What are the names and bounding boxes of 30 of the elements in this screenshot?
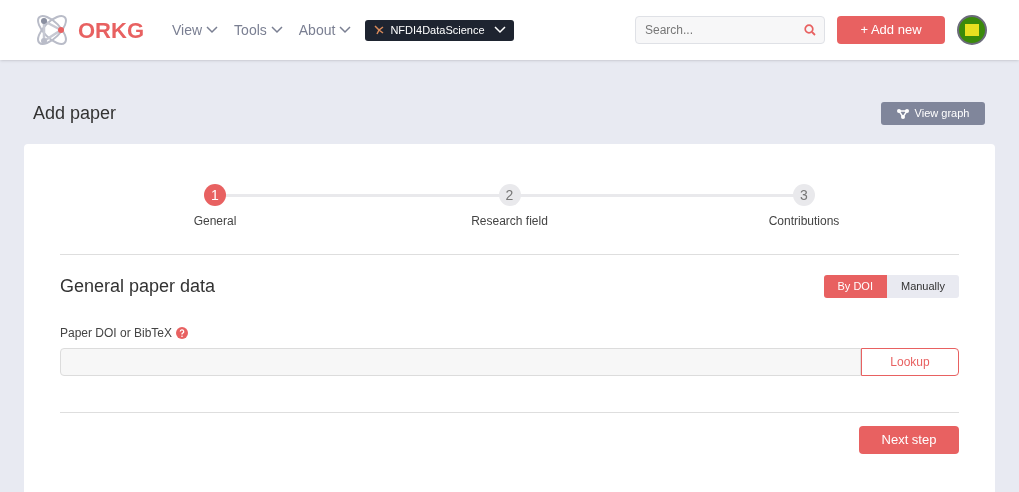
step-number: 2	[498, 184, 521, 206]
search-icon[interactable]	[804, 24, 816, 36]
nav-menu[interactable]: About	[298, 19, 352, 41]
mode-toggle[interactable]: Manually	[886, 275, 959, 298]
step-number: 1	[204, 184, 226, 206]
chevron-down-icon	[339, 26, 352, 34]
graph-icon	[896, 108, 909, 119]
chevron-down-icon	[206, 26, 219, 34]
step-number: 3	[793, 184, 815, 206]
chevron-down-icon	[493, 26, 506, 34]
field-label: Paper DOI or BibTeX	[60, 325, 173, 342]
step-label: Contributions	[768, 213, 840, 230]
avatar[interactable]	[957, 15, 987, 45]
step-label: General	[193, 213, 237, 230]
next-step-button[interactable]: Next step	[859, 426, 959, 454]
help-icon[interactable]	[176, 327, 189, 339]
chevron-down-icon	[270, 26, 283, 34]
nav-menu[interactable]: Tools	[234, 19, 283, 41]
add-new-button[interactable]: + Add new	[837, 16, 945, 44]
page-title: Add paper	[33, 102, 117, 125]
section-title: General paper data	[60, 275, 216, 298]
step-label: Research field	[471, 213, 548, 230]
logo-text[interactable]: ORKG	[78, 13, 144, 47]
search-field[interactable]: Search...	[635, 16, 825, 44]
view-graph-button[interactable]: View graph	[881, 102, 985, 125]
nav-menu[interactable]: View	[172, 19, 219, 41]
doi-input-field[interactable]	[60, 348, 861, 376]
mode-toggle[interactable]: By DOI	[823, 275, 887, 298]
observatory-menu[interactable]: NFDI4DataScience	[365, 19, 514, 41]
lookup-button[interactable]: Lookup	[861, 348, 959, 376]
